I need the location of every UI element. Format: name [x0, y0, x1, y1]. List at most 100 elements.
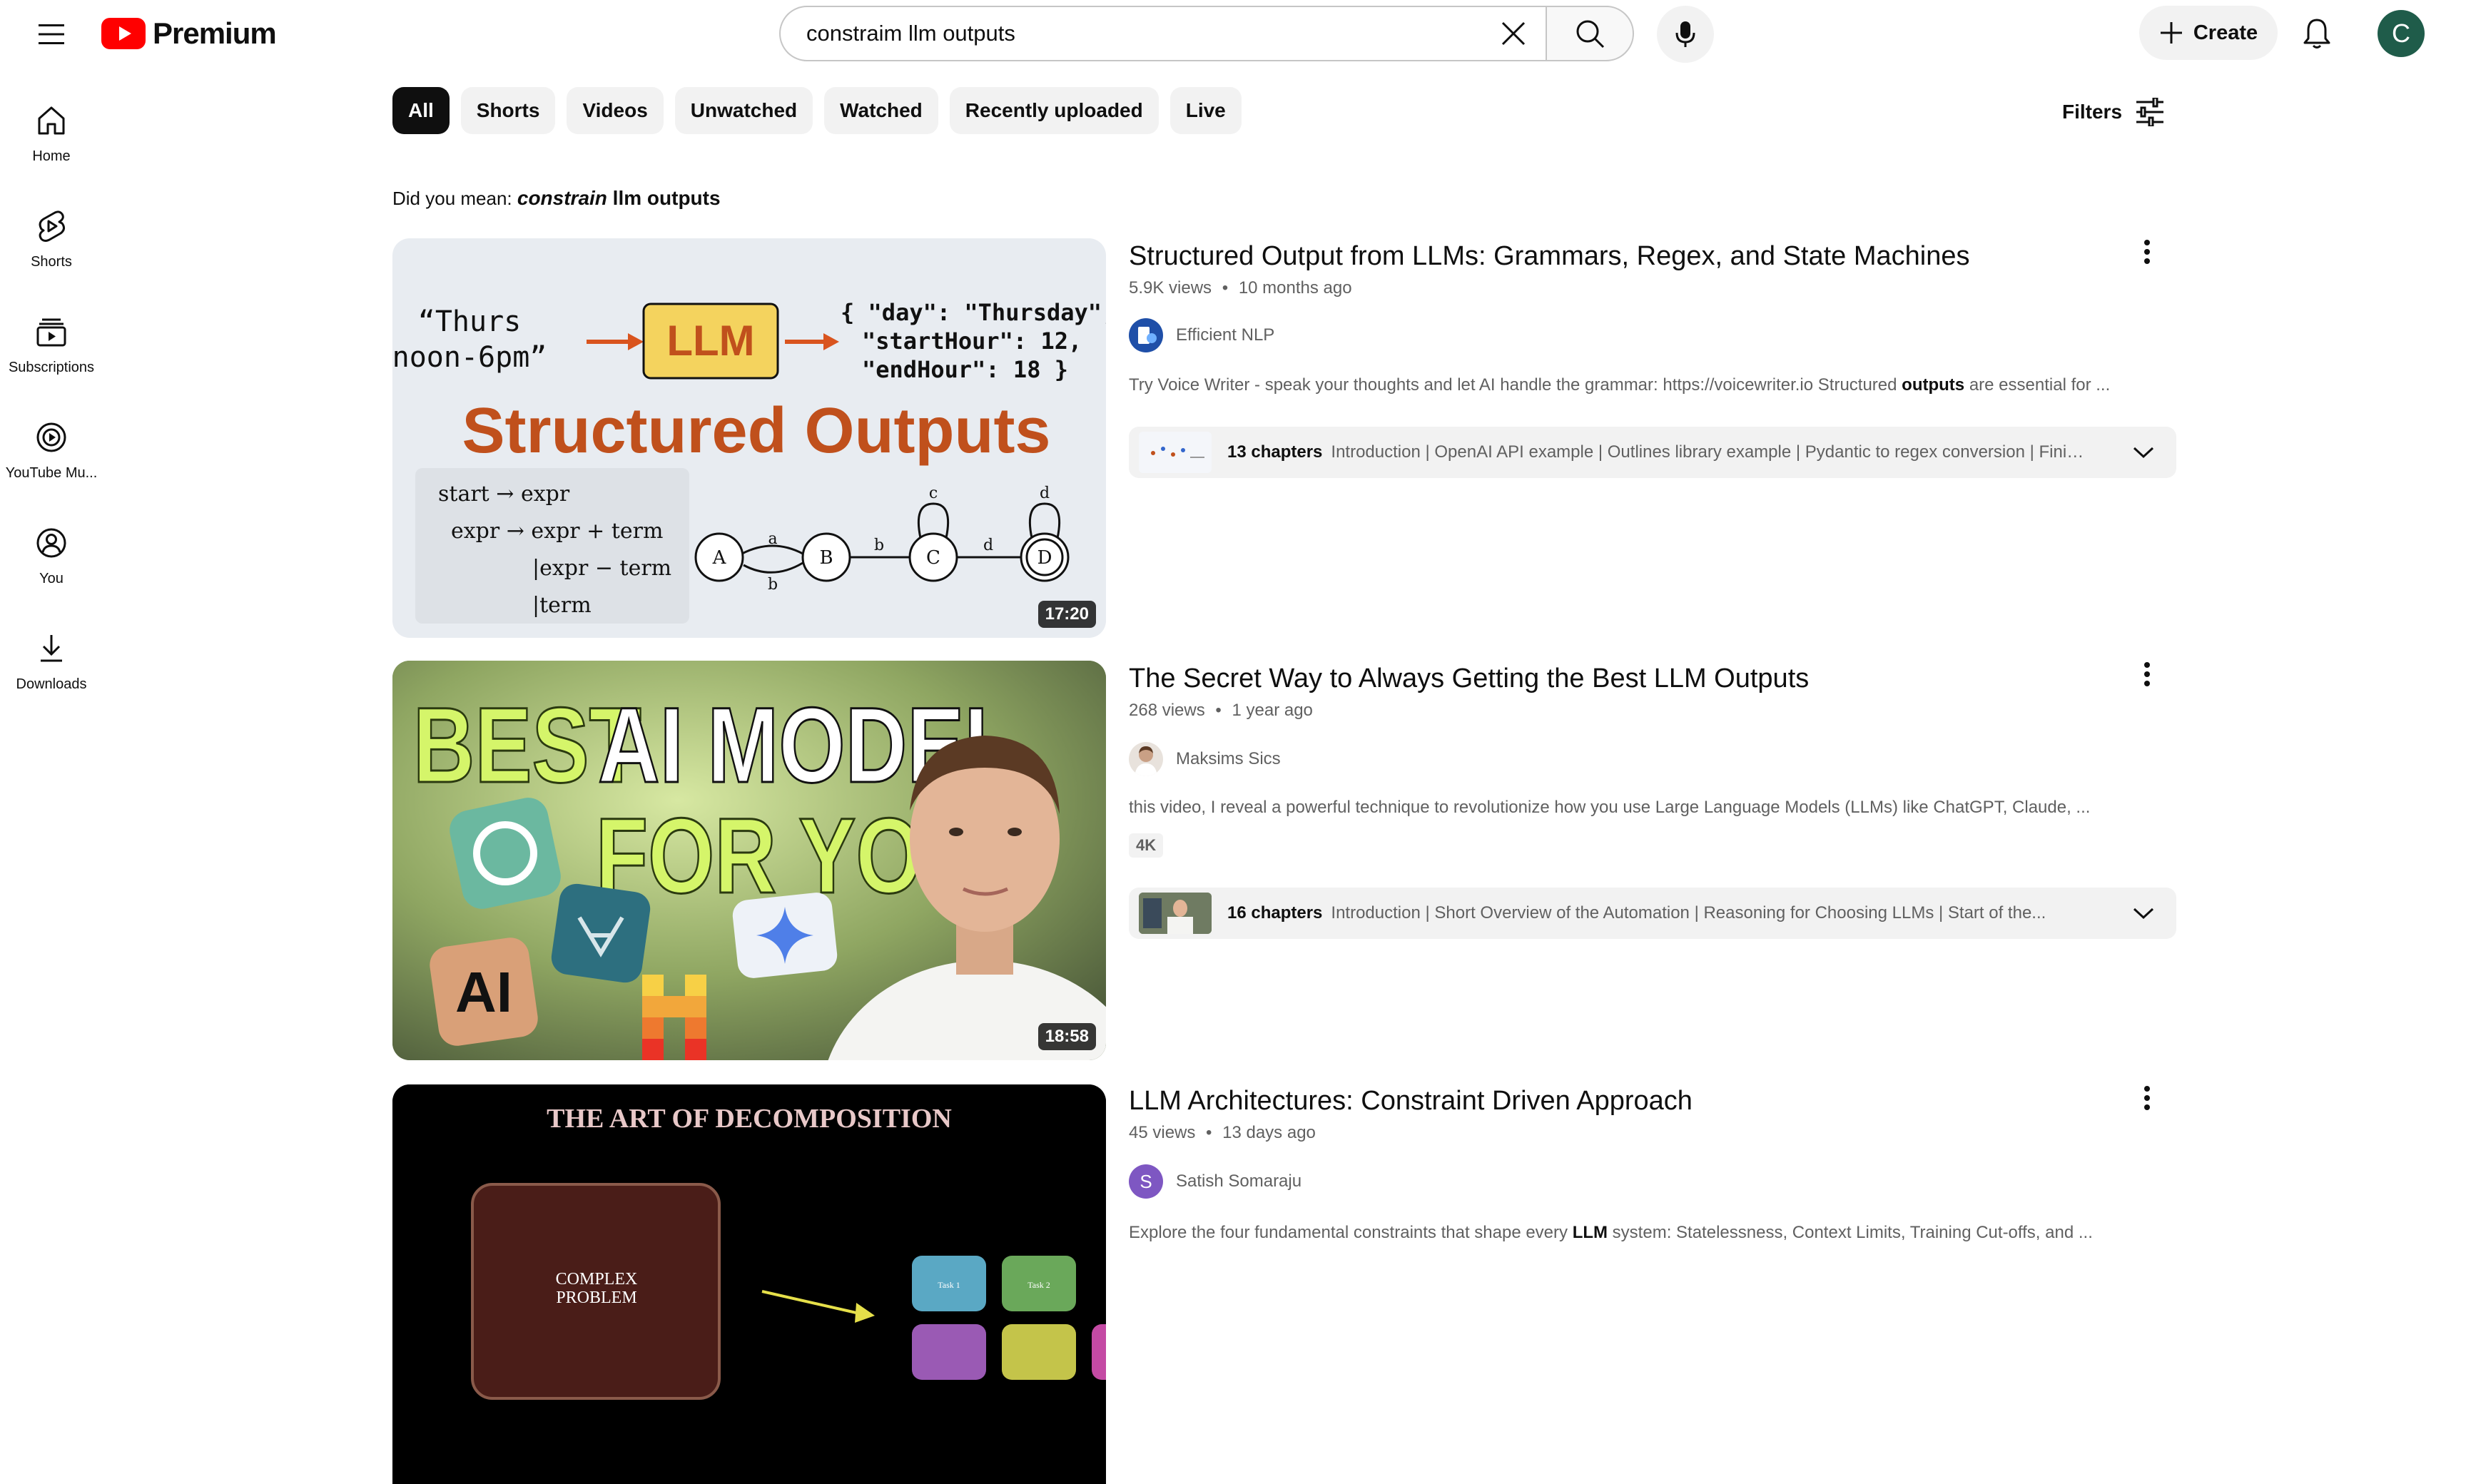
description-highlight: LLM — [1572, 1223, 1608, 1242]
description-text: system: Statelessness, Context Limits, T… — [1608, 1223, 2093, 1242]
chapters-list: Introduction | OpenAI API example | Outl… — [1331, 442, 2088, 462]
channel-name[interactable]: Efficient NLP — [1176, 325, 1274, 345]
view-count: 5.9K views — [1129, 278, 1212, 298]
video-title[interactable]: Structured Output from LLMs: Grammars, R… — [1129, 241, 1969, 272]
channel-avatar[interactable]: S — [1129, 1164, 1163, 1199]
menu-button[interactable] — [31, 14, 71, 54]
video-title[interactable]: The Secret Way to Always Getting the Bes… — [1129, 664, 1809, 694]
description-text: this video, I reveal a powerful techniqu… — [1129, 798, 2091, 817]
video-thumbnail[interactable]: “Thurs noon-6pm” LLM { "day": "Thursday"… — [392, 238, 1106, 638]
chapters-count: 16 chapters — [1227, 903, 1323, 923]
chip-live[interactable]: Live — [1169, 87, 1242, 134]
youtube-music-icon — [34, 420, 69, 455]
video-thumbnail[interactable]: THE ART OF DECOMPOSITION COMPLEX PROBLEM… — [392, 1084, 1106, 1484]
sidebar-item-youtube-music[interactable]: YouTube Mu... — [0, 412, 103, 512]
channel-avatar[interactable] — [1129, 318, 1163, 352]
clear-search-button[interactable] — [1488, 9, 1538, 59]
thumb-edge: b — [874, 537, 884, 554]
upload-age: 1 year ago — [1232, 701, 1313, 720]
channel-link[interactable]: S Satish Somaraju — [1129, 1164, 1302, 1199]
chip-recently-uploaded[interactable]: Recently uploaded — [949, 87, 1159, 134]
thumb-ai-tile: AI — [455, 960, 512, 1024]
account-avatar[interactable]: C — [2378, 10, 2425, 57]
more-actions-button[interactable] — [2129, 234, 2165, 270]
home-icon — [34, 103, 69, 138]
notifications-button[interactable] — [2292, 11, 2342, 56]
video-duration: 17:20 — [1037, 601, 1096, 628]
channel-avatar[interactable] — [1129, 742, 1163, 776]
chip-videos[interactable]: Videos — [567, 87, 664, 134]
sidebar-item-downloads[interactable]: Downloads — [0, 624, 103, 723]
channel-link[interactable]: Maksims Sics — [1129, 742, 1281, 776]
more-actions-button[interactable] — [2129, 656, 2165, 692]
download-icon — [34, 631, 69, 666]
video-thumbnail[interactable]: BEST AI MODEL FOR YOU AI 18:58 — [392, 661, 1106, 1060]
more-vertical-icon — [2144, 662, 2150, 686]
upload-age: 13 days ago — [1222, 1123, 1316, 1142]
youtube-logo[interactable]: Premium — [101, 16, 277, 51]
chapters-bar[interactable]: 13 chapters Introduction | OpenAI API ex… — [1129, 427, 2176, 478]
shorts-icon — [34, 208, 69, 244]
chapters-bar[interactable]: 16 chapters Introduction | Short Overvie… — [1129, 888, 2176, 939]
channel-link[interactable]: Efficient NLP — [1129, 318, 1274, 352]
thumb-node: A — [712, 547, 727, 569]
video-duration: 18:58 — [1037, 1023, 1096, 1050]
search-button[interactable] — [1546, 6, 1634, 61]
thumb-json-line3: "endHour": 18 } — [862, 356, 1068, 383]
chip-unwatched[interactable]: Unwatched — [674, 87, 813, 134]
more-actions-button[interactable] — [2129, 1080, 2165, 1116]
thumb-json-line2: "startHour": 12, — [862, 327, 1082, 355]
thumb-grammar-4: |term — [532, 593, 592, 618]
create-label: Create — [2193, 21, 2258, 44]
thumb-edge: d — [983, 537, 993, 554]
chip-shorts[interactable]: Shorts — [460, 87, 556, 134]
thumb-edge: b — [768, 576, 778, 594]
filters-button[interactable]: Filters — [2062, 93, 2165, 131]
thumb-quote-line2: noon-6pm” — [392, 341, 547, 374]
thumb-grammar-3: |expr − term — [532, 556, 671, 581]
upload-age: 10 months ago — [1238, 278, 1352, 298]
did-you-mean-prefix: Did you mean: — [392, 188, 517, 209]
sidebar-item-shorts[interactable]: Shorts — [0, 201, 103, 301]
corrected-term: constrain — [517, 187, 607, 209]
search-box[interactable] — [779, 6, 1546, 61]
thumb-heading: THE ART OF DECOMPOSITION — [547, 1104, 952, 1134]
channel-name[interactable]: Maksims Sics — [1176, 749, 1281, 769]
chip-watched[interactable]: Watched — [824, 87, 938, 134]
thumbnail-decomposition-art: THE ART OF DECOMPOSITION COMPLEX PROBLEM… — [392, 1084, 1106, 1484]
search-input[interactable] — [805, 20, 1488, 47]
thumb-grammar-2: expr → expr + term — [451, 519, 663, 544]
description-text: are essential for ... — [1964, 375, 2111, 395]
did-you-mean: Did you mean: constrain llm outputs — [392, 187, 721, 210]
create-button[interactable]: Create — [2139, 6, 2278, 60]
voice-search-button[interactable] — [1657, 6, 1714, 63]
video-title[interactable]: LLM Architectures: Constraint Driven App… — [1129, 1086, 1693, 1117]
thumb-task2: Task 2 — [1028, 1280, 1050, 1290]
view-count: 45 views — [1129, 1123, 1196, 1142]
chapter-thumbnail — [1139, 893, 1212, 934]
suggestion-rest: llm outputs — [607, 187, 721, 209]
description-text: Explore the four fundamental constraints… — [1129, 1223, 1573, 1242]
thumb-box1: COMPLEX — [556, 1270, 638, 1289]
description-text: Try Voice Writer - speak your thoughts a… — [1129, 375, 1902, 395]
hamburger-icon — [39, 24, 64, 44]
meta-separator: • — [1215, 701, 1222, 720]
chip-all[interactable]: All — [392, 87, 450, 134]
channel-name[interactable]: Satish Somaraju — [1176, 1172, 1302, 1191]
chevron-down-icon[interactable] — [2132, 906, 2155, 920]
video-metadata: 45 views • 13 days ago — [1129, 1123, 1316, 1143]
video-metadata: 268 views • 1 year ago — [1129, 701, 1313, 721]
chapters-list: Introduction | Short Overview of the Aut… — [1331, 903, 2046, 923]
subscriptions-icon — [34, 314, 69, 350]
chevron-down-icon[interactable] — [2132, 445, 2155, 459]
video-description: this video, I reveal a powerful techniqu… — [1129, 798, 2090, 818]
sidebar-item-subscriptions[interactable]: Subscriptions — [0, 307, 103, 407]
bell-icon — [2303, 19, 2330, 49]
thumb-quote-line1: “Thurs — [418, 305, 522, 338]
sidebar-item-you[interactable]: You — [0, 518, 103, 618]
video-description: Explore the four fundamental constraints… — [1129, 1223, 2093, 1243]
sidebar-item-home[interactable]: Home — [0, 96, 103, 195]
did-you-mean-suggestion[interactable]: constrain llm outputs — [517, 187, 721, 209]
sidebar-label: YouTube Mu... — [5, 465, 98, 481]
thumb-grammar-1: start → expr — [438, 482, 570, 507]
